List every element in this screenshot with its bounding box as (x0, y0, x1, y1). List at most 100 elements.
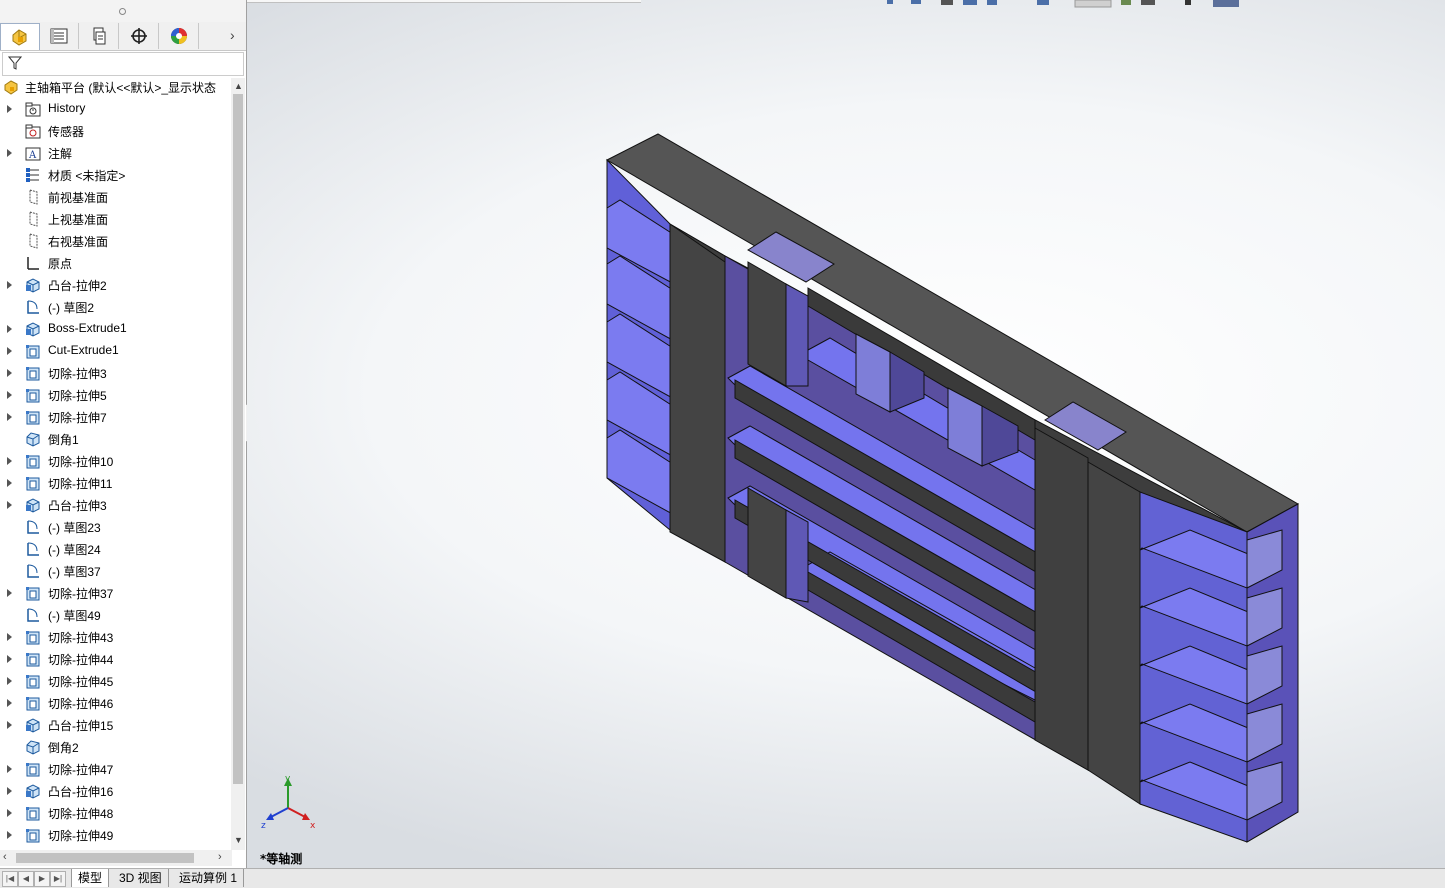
cut-extrude-icon (26, 807, 40, 821)
tree-item[interactable]: (-) 草图2 (0, 296, 232, 318)
propertymanager-tab[interactable] (40, 23, 79, 49)
tree-filter-box[interactable] (2, 52, 244, 76)
tree-item-label: (-) 草图24 (48, 543, 101, 557)
sketch-icon (27, 608, 39, 622)
tree-item[interactable]: 前视基准面 (0, 186, 232, 208)
expand-arrow-icon[interactable] (7, 391, 12, 399)
expand-arrow-icon[interactable] (7, 479, 12, 487)
tree-item[interactable]: 传感器 (0, 120, 232, 142)
tree-item[interactable]: 切除-拉伸48 (0, 802, 232, 824)
triad-z-label: z (261, 821, 266, 831)
tree-item[interactable]: 切除-拉伸7 (0, 406, 232, 428)
tree-item[interactable]: 切除-拉伸45 (0, 670, 232, 692)
tree-item[interactable]: 凸台-拉伸16 (0, 780, 232, 802)
tree-item[interactable]: 切除-拉伸46 (0, 692, 232, 714)
tree-item-label: 凸台-拉伸3 (48, 499, 107, 513)
tree-item[interactable]: (-) 草图23 (0, 516, 232, 538)
tree-item[interactable]: 原点 (0, 252, 232, 274)
reference-triad: y x z (261, 774, 316, 831)
tree-item[interactable]: 凸台-拉伸15 (0, 714, 232, 736)
expand-arrow-icon[interactable] (7, 457, 12, 465)
tree-item[interactable]: 上视基准面 (0, 208, 232, 230)
panel-grip[interactable] (0, 0, 246, 22)
expand-arrow-icon[interactable] (7, 655, 12, 663)
panel-tabs-more-button[interactable]: › (230, 27, 235, 43)
tab-model[interactable]: 模型 (71, 869, 110, 887)
tree-item[interactable]: 切除-拉伸5 (0, 384, 232, 406)
tree-item[interactable]: 材质 <未指定> (0, 164, 232, 186)
expand-arrow-icon[interactable] (7, 809, 12, 817)
tree-item[interactable]: 倒角2 (0, 736, 232, 758)
boss-extrude-icon (26, 278, 40, 293)
scroll-down-arrow-icon[interactable]: ▼ (234, 835, 243, 845)
tree-item-label: 右视基准面 (48, 235, 109, 249)
tree-item-label: 切除-拉伸7 (48, 411, 107, 425)
expand-arrow-icon[interactable] (7, 413, 12, 421)
tab-3d-view[interactable]: 3D 视图 (113, 869, 169, 887)
expand-arrow-icon[interactable] (7, 677, 12, 685)
sketch-icon (27, 542, 39, 556)
tree-vertical-scrollbar[interactable]: ▲ ▼ (231, 78, 245, 850)
tree-item[interactable]: History (0, 98, 232, 120)
tree-item[interactable]: 切除-拉伸43 (0, 626, 232, 648)
configurationmanager-tab[interactable] (80, 23, 119, 49)
expand-arrow-icon[interactable] (7, 347, 12, 355)
tree-item[interactable]: 切除-拉伸10 (0, 450, 232, 472)
tree-item[interactable]: 切除-拉伸3 (0, 362, 232, 384)
expand-arrow-icon[interactable] (7, 589, 12, 597)
expand-arrow-icon[interactable] (7, 765, 12, 773)
sketch-icon (27, 520, 39, 534)
cut-extrude-icon (26, 653, 40, 667)
tree-item[interactable]: 凸台-拉伸2 (0, 274, 232, 296)
expand-arrow-icon[interactable] (7, 105, 12, 113)
part-model-view[interactable] (247, 0, 1445, 868)
tree-item[interactable]: (-) 草图49 (0, 604, 232, 626)
tree-item[interactable]: 切除-拉伸49 (0, 824, 232, 846)
first-tab-nav-icon[interactable]: |◀ (2, 871, 18, 887)
tree-item[interactable]: 切除-拉伸37 (0, 582, 232, 604)
tree-item-label: 传感器 (48, 125, 85, 139)
tree-item-label: 注解 (48, 147, 73, 161)
expand-arrow-icon[interactable] (7, 281, 12, 289)
cut-extrude-icon (26, 455, 40, 469)
tree-item[interactable]: 切除-拉伸47 (0, 758, 232, 780)
expand-arrow-icon[interactable] (7, 787, 12, 795)
last-tab-nav-icon[interactable]: ▶| (50, 871, 66, 887)
vertical-scroll-thumb[interactable] (233, 94, 243, 784)
tree-item[interactable]: 右视基准面 (0, 230, 232, 252)
next-tab-nav-icon[interactable]: ▶ (34, 871, 50, 887)
scroll-up-arrow-icon[interactable]: ▲ (234, 81, 243, 91)
horizontal-scroll-thumb[interactable] (16, 853, 194, 863)
expand-arrow-icon[interactable] (7, 325, 12, 333)
displaymanager-tab[interactable] (160, 23, 199, 49)
tree-item[interactable]: 切除-拉伸11 (0, 472, 232, 494)
expand-arrow-icon[interactable] (7, 501, 12, 509)
tree-item[interactable]: 凸台-拉伸3 (0, 494, 232, 516)
dimxpertmanager-tab[interactable] (120, 23, 159, 49)
tree-item[interactable]: (-) 草图37 (0, 560, 232, 582)
expand-arrow-icon[interactable] (7, 831, 12, 839)
expand-arrow-icon[interactable] (7, 633, 12, 641)
svg-text:A: A (28, 150, 37, 161)
tree-item[interactable]: 倒角1 (0, 428, 232, 450)
prev-tab-nav-icon[interactable]: ◀ (18, 871, 34, 887)
graphics-area[interactable]: y x z *等轴测 (247, 0, 1445, 868)
tree-item[interactable]: (-) 草图24 (0, 538, 232, 560)
tree-item[interactable]: Boss-Extrude1 (0, 318, 232, 340)
expand-arrow-icon[interactable] (7, 699, 12, 707)
featuremanager-tab[interactable] (0, 23, 40, 50)
tree-item-label: 切除-拉伸48 (48, 807, 114, 821)
tree-item[interactable]: 切除-拉伸44 (0, 648, 232, 670)
tab-motion-study-1[interactable]: 运动算例 1 (173, 869, 245, 887)
scroll-left-arrow-icon[interactable]: ‹ (3, 851, 7, 863)
tree-item[interactable]: Cut-Extrude1 (0, 340, 232, 362)
tree-item-label: 切除-拉伸47 (48, 763, 114, 777)
expand-arrow-icon[interactable] (7, 369, 12, 377)
scroll-right-arrow-icon[interactable]: › (218, 851, 222, 863)
tree-item[interactable]: A 注解 (0, 142, 232, 164)
expand-arrow-icon[interactable] (7, 721, 12, 729)
tree-root-part[interactable]: 主轴箱平台 (默认<<默认>_显示状态 (0, 76, 232, 98)
bottom-tab-strip: |◀ ◀ ▶ ▶| 模型 3D 视图 运动算例 1 (0, 868, 1445, 888)
tree-horizontal-scrollbar[interactable]: ‹ › (0, 850, 232, 866)
expand-arrow-icon[interactable] (7, 149, 12, 157)
